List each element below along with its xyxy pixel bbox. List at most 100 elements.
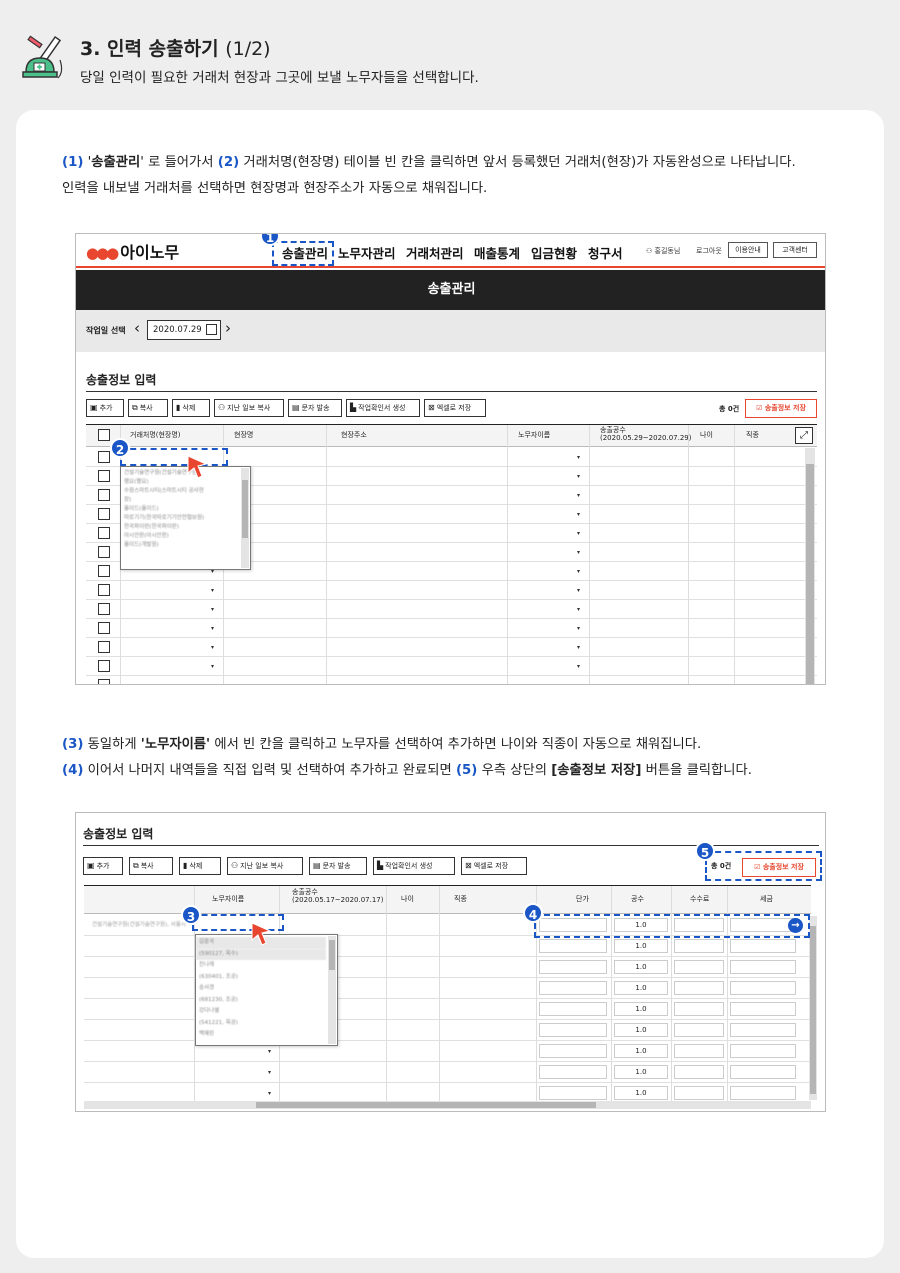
row-checkbox[interactable] [98,584,110,596]
delete-button[interactable]: ▮ 삭제 [179,857,221,875]
row-checkbox[interactable] [98,451,110,463]
worker-dropdown-caret-icon[interactable]: ▾ [577,625,580,632]
worker-dropdown-caret-icon[interactable]: ▾ [268,1090,271,1097]
gongsu-input[interactable]: 1.0 [614,1086,668,1100]
table-row[interactable]: ▾▾ [86,619,817,638]
client-dropdown-caret-icon[interactable]: ▾ [211,587,214,594]
worker-dropdown-caret-icon[interactable]: ▾ [577,549,580,556]
guide-button[interactable]: 이용안내 [728,242,768,258]
dropdown-option[interactable]: 따로기기(한국따로기기안전협보원) [121,514,239,523]
worker-dropdown-caret-icon[interactable]: ▾ [577,530,580,537]
send-sms-button[interactable]: ▤ 문자 발송 [309,857,367,875]
price-input[interactable] [539,1023,607,1037]
fee-input[interactable] [674,1086,724,1100]
dropdown-option[interactable]: 진나래 [196,960,326,972]
dropdown-option[interactable]: 건설기술연구원(건설기술연구원) [121,469,239,478]
row-checkbox[interactable] [98,641,110,653]
fee-input[interactable] [674,1002,724,1016]
fee-input[interactable] [674,1023,724,1037]
worker-dropdown-caret-icon[interactable]: ▾ [577,568,580,575]
client-dropdown-caret-icon[interactable]: ▾ [211,682,214,684]
price-input[interactable] [539,939,607,953]
fee-input[interactable] [674,960,724,974]
worker-dropdown-caret-icon[interactable]: ▾ [577,492,580,499]
worker-dropdown-caret-icon[interactable]: ▾ [577,644,580,651]
client-autocomplete-dropdown[interactable]: 건설기술연구원(건설기술연구원) 행요(행요) 수원스마트시티(스마트시티 공사현 장… [120,466,251,570]
dropdown-option[interactable]: 장) [121,496,239,505]
app-logo[interactable]: ●●● 아이노무 [86,239,179,263]
gongsu-input[interactable]: 1.0 [614,1065,668,1079]
add-button[interactable]: ▣ 추가 [83,857,123,875]
row-checkbox[interactable] [98,527,110,539]
dropdown-option[interactable]: 아시안윈(아시안윈) [121,532,239,541]
menu-deposits[interactable]: 입금현황 [531,243,577,262]
tax-input[interactable] [730,939,796,953]
tax-input[interactable] [730,981,796,995]
tax-input[interactable] [730,1044,796,1058]
row-checkbox[interactable] [98,508,110,520]
dropdown-option[interactable]: 올이드(올이드) [121,505,239,514]
menu-workers[interactable]: 노무자관리 [338,243,396,262]
table-row[interactable]: ▾ 1.0 [84,1062,809,1083]
next-date-icon[interactable]: › [225,319,231,337]
export-excel-button[interactable]: ⊠ 엑셀로 저장 [424,399,486,417]
worker-autocomplete-dropdown[interactable]: 김중국 (590127, 목수) 진나래 (630401, 조공) 송서경 (681230… [195,934,338,1046]
worker-dropdown-caret-icon[interactable]: ▾ [577,454,580,461]
gongsu-input[interactable]: 1.0 [614,981,668,995]
row-checkbox[interactable] [98,470,110,482]
export-excel-button[interactable]: ⊠ 엑셀로 저장 [461,857,527,875]
worker-dropdown-caret-icon[interactable]: ▾ [577,606,580,613]
row-checkbox[interactable] [98,565,110,577]
client-dropdown-caret-icon[interactable]: ▾ [211,625,214,632]
row-checkbox[interactable] [98,622,110,634]
create-work-confirmation-button[interactable]: ▙ 작업확인서 생성 [373,857,455,875]
table-scrollbar[interactable] [809,916,817,1100]
client-dropdown-caret-icon[interactable]: ▾ [211,663,214,670]
gongsu-input[interactable]: 1.0 [614,939,668,953]
price-input[interactable] [539,960,607,974]
table-scrollbar[interactable] [805,448,815,684]
copy-button[interactable]: ⧉ 복사 [129,857,173,875]
add-button[interactable]: ▣ 추가 [86,399,124,417]
fee-input[interactable] [674,939,724,953]
worker-dropdown-caret-icon[interactable]: ▾ [577,587,580,594]
dropdown-option[interactable]: 한국파이란(한국파이란) [121,523,239,532]
select-all-checkbox[interactable] [98,429,110,441]
delete-button[interactable]: ▮ 삭제 [172,399,210,417]
table-row[interactable]: ▾▾ [86,600,817,619]
gongsu-input[interactable]: 1.0 [614,1044,668,1058]
horizontal-scrollbar[interactable] [84,1101,811,1109]
date-input[interactable]: 2020.07.29 [147,320,221,340]
client-dropdown-caret-icon[interactable]: ▾ [211,606,214,613]
price-input[interactable] [539,981,607,995]
tax-input[interactable] [730,1086,796,1100]
gongsu-input[interactable]: 1.0 [614,1002,668,1016]
dropdown-option[interactable]: (541221, 목공) [196,1018,326,1030]
table-row[interactable]: 1.0 [84,936,809,957]
worker-dropdown-caret-icon[interactable]: ▾ [577,511,580,518]
copy-last-report-button[interactable]: ⚇ 지난 일보 복사 [227,857,303,875]
dropdown-option[interactable]: (590127, 목수) [196,948,326,960]
fee-input[interactable] [674,981,724,995]
worker-dropdown-caret-icon[interactable]: ▾ [268,1048,271,1055]
table-row[interactable]: ▾▾ [86,638,817,657]
tax-input[interactable] [730,1002,796,1016]
expand-icon[interactable]: ⤢ [795,427,813,444]
worker-dropdown-caret-icon[interactable]: ▾ [577,663,580,670]
worker-dropdown-caret-icon[interactable]: ▾ [577,682,580,684]
table-row[interactable]: ▾ 1.0 [84,1041,809,1062]
table-row[interactable]: 1.0 [84,957,809,978]
price-input[interactable] [539,1044,607,1058]
dropdown-option[interactable]: 강다나엘 [196,1006,326,1018]
table-row[interactable]: ▾▾ [86,676,817,684]
table-row[interactable]: 1.0 [84,1020,809,1041]
create-work-confirmation-button[interactable]: ▙ 작업확인서 생성 [346,399,420,417]
table-row[interactable]: ▾▾ [86,657,817,676]
price-input[interactable] [539,1002,607,1016]
fee-input[interactable] [674,1065,724,1079]
gongsu-input[interactable]: 1.0 [614,960,668,974]
worker-dropdown-caret-icon[interactable]: ▾ [268,1069,271,1076]
save-dispatch-button[interactable]: ☑ 송출정보 저장 [745,399,817,418]
worker-dropdown-caret-icon[interactable]: ▾ [577,473,580,480]
gongsu-input[interactable]: 1.0 [614,1023,668,1037]
